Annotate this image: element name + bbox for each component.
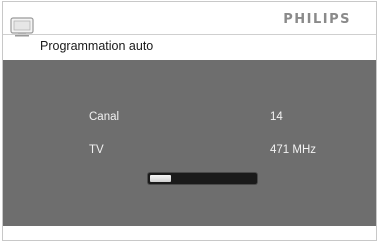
scan-progress-fill [150, 175, 171, 182]
content-panel: Canal 14 TV 471 MHz [3, 60, 376, 226]
tv-menu-screen: PHILIPS Programmation auto Canal 14 TV 4… [2, 1, 377, 241]
channel-value: 14 [270, 111, 283, 123]
brand-logo: PHILIPS [283, 12, 351, 27]
tv-label: TV [89, 144, 104, 156]
scan-progress-bar [148, 173, 257, 184]
menu-footer [3, 226, 376, 240]
menu-header: PHILIPS Programmation auto [3, 2, 376, 60]
frequency-value: 471 MHz [270, 144, 317, 156]
channel-label: Canal [89, 111, 120, 123]
page-title: Programmation auto [40, 39, 154, 53]
header-divider [3, 34, 376, 35]
